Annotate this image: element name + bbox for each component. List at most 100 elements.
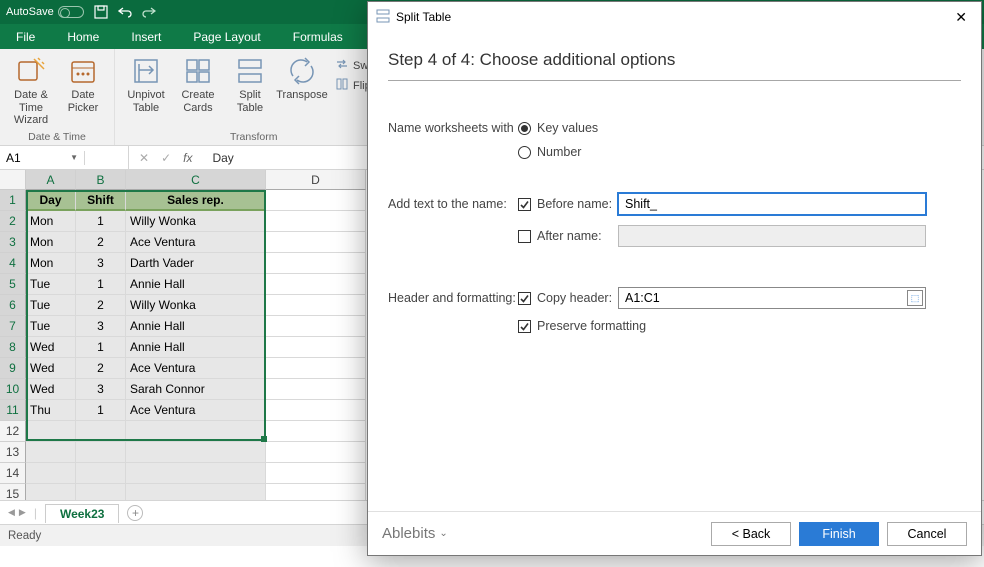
save-icon[interactable]	[94, 5, 108, 19]
cell[interactable]: Wed	[26, 379, 76, 400]
cell[interactable]: Mon	[26, 253, 76, 274]
sheet-tab-active[interactable]: Week23	[45, 504, 119, 523]
tab-file[interactable]: File	[0, 24, 51, 49]
cell[interactable]: Mon	[26, 211, 76, 232]
cell[interactable]: Mon	[26, 232, 76, 253]
cell[interactable]: Thu	[26, 400, 76, 421]
cell[interactable]: Sarah Connor	[126, 379, 266, 400]
cell[interactable]: Willy Wonka	[126, 211, 266, 232]
cell[interactable]	[266, 274, 366, 295]
cell[interactable]: Annie Hall	[126, 337, 266, 358]
select-all-cell[interactable]	[0, 170, 26, 190]
cell[interactable]	[126, 442, 266, 463]
col-header-B[interactable]: B	[76, 170, 126, 190]
cancel-button[interactable]: Cancel	[887, 522, 967, 546]
row-header[interactable]: 2	[0, 211, 26, 232]
col-header-A[interactable]: A	[26, 170, 76, 190]
radio-number[interactable]: Number	[518, 145, 581, 159]
cell[interactable]	[26, 463, 76, 484]
autosave-toggle[interactable]: AutoSave	[6, 6, 84, 18]
cell[interactable]	[26, 421, 76, 442]
cell[interactable]	[76, 442, 126, 463]
cell[interactable]	[266, 484, 366, 500]
tab-formulas[interactable]: Formulas	[277, 24, 359, 49]
cell[interactable]	[126, 421, 266, 442]
cell[interactable]	[266, 442, 366, 463]
row-header[interactable]: 15	[0, 484, 26, 500]
row-header[interactable]: 13	[0, 442, 26, 463]
row-header[interactable]: 3	[0, 232, 26, 253]
cell[interactable]	[76, 463, 126, 484]
tab-insert[interactable]: Insert	[115, 24, 177, 49]
cell[interactable]: Ace Ventura	[126, 232, 266, 253]
range-picker-button[interactable]: ⬚	[907, 290, 923, 306]
check-preserve-formatting[interactable]: Preserve formatting	[518, 319, 646, 333]
cancel-icon[interactable]: ✕	[139, 151, 149, 165]
check-after-name[interactable]: After name:	[518, 229, 618, 243]
row-header[interactable]: 12	[0, 421, 26, 442]
row-header[interactable]: 6	[0, 295, 26, 316]
row-header[interactable]: 5	[0, 274, 26, 295]
cell[interactable]	[266, 463, 366, 484]
cell[interactable]: 2	[76, 358, 126, 379]
back-button[interactable]: < Back	[711, 522, 791, 546]
transpose-button[interactable]: Transpose	[277, 53, 327, 104]
cell[interactable]	[76, 484, 126, 500]
col-header-D[interactable]: D	[266, 170, 366, 190]
cell[interactable]: Ace Ventura	[126, 400, 266, 421]
cell[interactable]: Wed	[26, 337, 76, 358]
brand-label[interactable]: Ablebits ⌄	[382, 525, 448, 542]
cell[interactable]	[126, 463, 266, 484]
row-header[interactable]: 10	[0, 379, 26, 400]
cell[interactable]	[266, 337, 366, 358]
cell[interactable]: Tue	[26, 295, 76, 316]
undo-icon[interactable]	[118, 6, 132, 18]
cell[interactable]	[266, 190, 366, 211]
cell[interactable]: Ace Ventura	[126, 358, 266, 379]
cell[interactable]: Tue	[26, 274, 76, 295]
redo-icon[interactable]	[142, 6, 156, 18]
check-before-name[interactable]: Before name:	[518, 197, 618, 211]
cell[interactable]	[266, 253, 366, 274]
row-header[interactable]: 7	[0, 316, 26, 337]
row-header[interactable]: 11	[0, 400, 26, 421]
tab-page-layout[interactable]: Page Layout	[177, 24, 276, 49]
cell[interactable]: 1	[76, 274, 126, 295]
cell[interactable]: 1	[76, 211, 126, 232]
cell[interactable]	[266, 379, 366, 400]
cell[interactable]: Shift	[76, 190, 126, 211]
row-header[interactable]: 1	[0, 190, 26, 211]
cell[interactable]	[266, 358, 366, 379]
cell[interactable]: 3	[76, 253, 126, 274]
cell[interactable]: 1	[76, 400, 126, 421]
split-table-button[interactable]: Split Table	[225, 53, 275, 116]
tab-home[interactable]: Home	[51, 24, 115, 49]
cell[interactable]	[266, 211, 366, 232]
cell[interactable]	[26, 484, 76, 500]
cell[interactable]: Tue	[26, 316, 76, 337]
fx-icon[interactable]: fx	[183, 151, 192, 165]
finish-button[interactable]: Finish	[799, 522, 879, 546]
cell[interactable]: Sales rep.	[126, 190, 266, 211]
cell[interactable]	[266, 400, 366, 421]
check-copy-header[interactable]: Copy header:	[518, 291, 618, 305]
cell[interactable]: Willy Wonka	[126, 295, 266, 316]
sheet-nav[interactable]: ◀▶	[8, 507, 26, 518]
cell[interactable]: Annie Hall	[126, 274, 266, 295]
name-box[interactable]: A1 ▼	[0, 151, 85, 165]
cell[interactable]	[26, 442, 76, 463]
cell[interactable]: 1	[76, 337, 126, 358]
cell[interactable]: Day	[26, 190, 76, 211]
header-range-input[interactable]	[618, 287, 926, 309]
cell[interactable]	[76, 421, 126, 442]
row-header[interactable]: 4	[0, 253, 26, 274]
cell[interactable]: 3	[76, 379, 126, 400]
cell[interactable]	[266, 316, 366, 337]
cell[interactable]: 3	[76, 316, 126, 337]
date-time-wizard-button[interactable]: Date & Time Wizard	[6, 53, 56, 129]
cell[interactable]	[266, 421, 366, 442]
cell[interactable]	[266, 232, 366, 253]
row-header[interactable]: 9	[0, 358, 26, 379]
unpivot-table-button[interactable]: Unpivot Table	[121, 53, 171, 116]
col-header-C[interactable]: C	[126, 170, 266, 190]
